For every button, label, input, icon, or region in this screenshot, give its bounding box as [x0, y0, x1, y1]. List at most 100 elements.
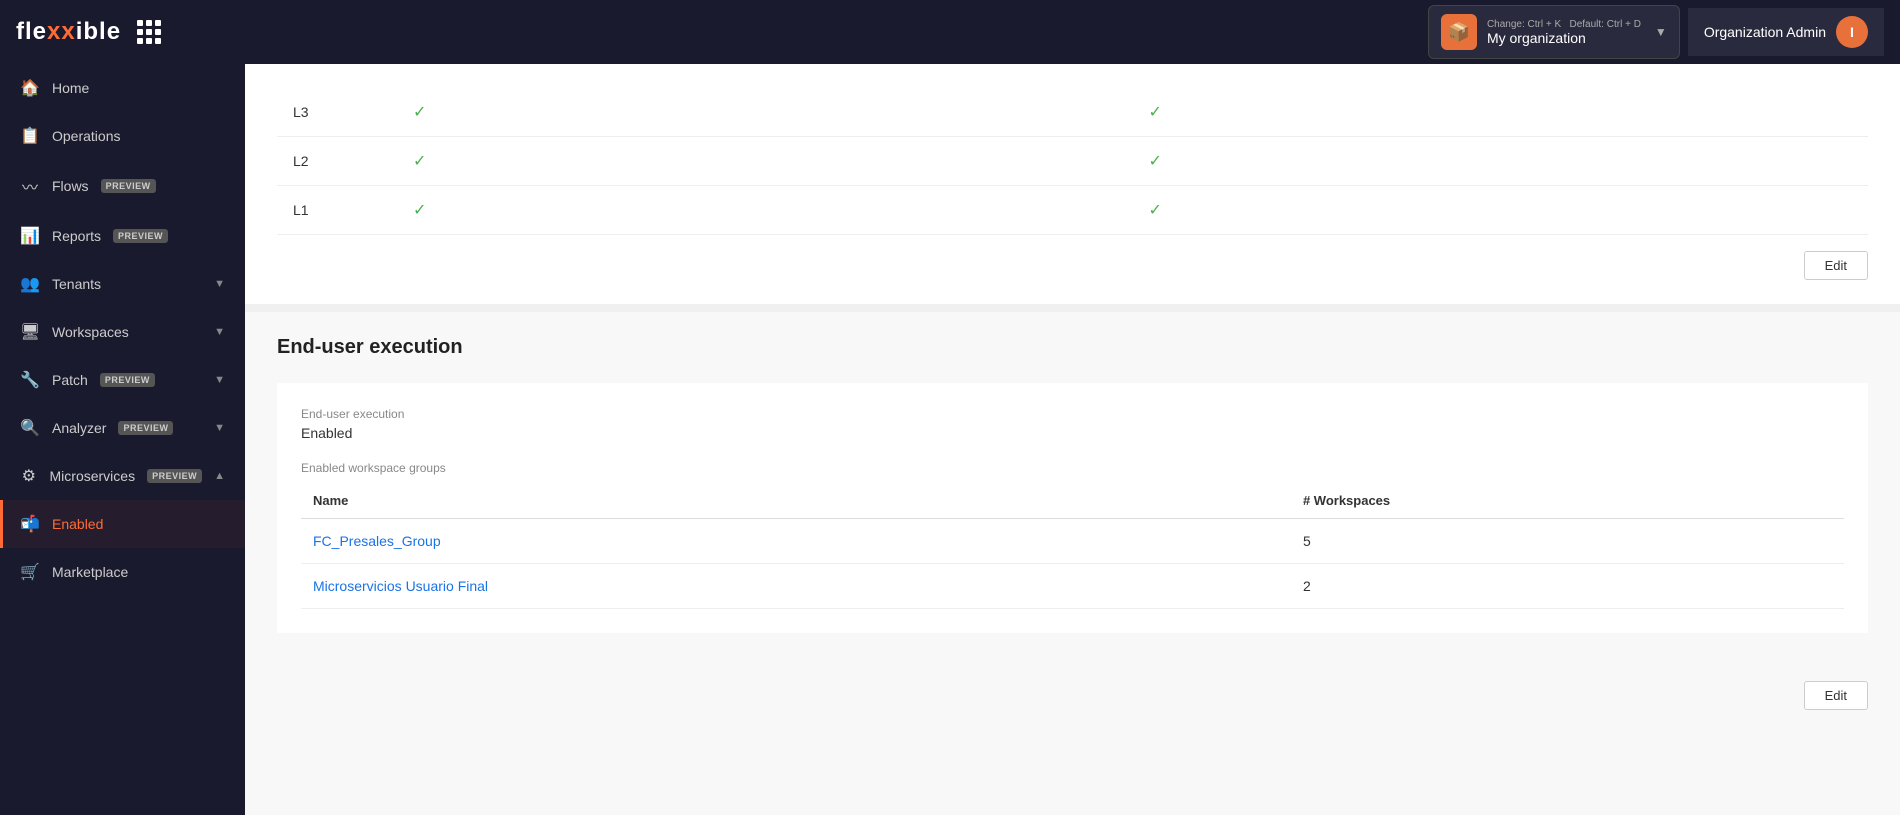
analyzer-chevron-icon: ▼: [214, 422, 225, 434]
workspaces-chevron-icon: ▼: [214, 326, 225, 338]
workspace-col-count: # Workspaces: [1291, 483, 1844, 519]
org-name: My organization: [1487, 30, 1641, 46]
bottom-edit-button[interactable]: Edit: [1804, 681, 1868, 710]
sidebar-item-home[interactable]: 🏠 Home: [0, 64, 245, 112]
sidebar-item-flows[interactable]: 〰 Flows PREVIEW: [0, 160, 245, 212]
workspace-row-1: FC_Presales_Group 5: [301, 519, 1844, 564]
tenants-icon: 👥: [20, 274, 40, 294]
levels-table: L3 ✓ ✓ L2 ✓ ✓ L1 ✓ ✓: [277, 88, 1868, 235]
execution-field-label: End-user execution: [301, 407, 1844, 421]
execution-section-title: End-user execution: [277, 336, 1868, 359]
execution-card: End-user execution Enabled Enabled works…: [277, 383, 1868, 633]
level-l2: L2: [277, 137, 397, 186]
execution-section: End-user execution End-user execution En…: [245, 312, 1900, 657]
check-icon: ✓: [1149, 153, 1162, 170]
sidebar-item-reports-label: Reports: [52, 228, 101, 244]
check-icon: ✓: [1149, 202, 1162, 219]
workspace-row-2: Microservicios Usuario Final 2: [301, 564, 1844, 609]
grid-icon[interactable]: [137, 20, 161, 44]
level-l1: L1: [277, 186, 397, 235]
tenants-chevron-icon: ▼: [214, 278, 225, 290]
check-icon: ✓: [413, 104, 426, 121]
marketplace-icon: 🛒: [20, 562, 40, 582]
table-row-l2: L2 ✓ ✓: [277, 137, 1868, 186]
sidebar: 🏠 Home 📋 Operations 〰 Flows PREVIEW 📊 Re…: [0, 64, 245, 815]
sidebar-item-workspaces-label: Workspaces: [52, 324, 129, 340]
admin-avatar: I: [1836, 16, 1868, 48]
groups-label: Enabled workspace groups: [301, 461, 1844, 475]
sidebar-item-operations[interactable]: 📋 Operations: [0, 112, 245, 160]
sidebar-item-tenants-label: Tenants: [52, 276, 101, 292]
analyzer-preview-badge: PREVIEW: [118, 421, 173, 435]
level-l1-check2: ✓: [1133, 186, 1869, 235]
analyzer-icon: 🔍: [20, 418, 40, 438]
enabled-icon: 📬: [20, 514, 40, 534]
sidebar-item-analyzer-label: Analyzer: [52, 420, 106, 436]
sidebar-item-operations-label: Operations: [52, 128, 120, 144]
sidebar-item-enabled-label: Enabled: [52, 516, 103, 532]
operations-icon: 📋: [20, 126, 40, 146]
top-table-section: L3 ✓ ✓ L2 ✓ ✓ L1 ✓ ✓: [245, 64, 1900, 312]
patch-icon: 🔧: [20, 370, 40, 390]
org-info: Change: Ctrl + K Default: Ctrl + D My or…: [1487, 19, 1641, 46]
table-row-l3: L3 ✓ ✓: [277, 88, 1868, 137]
flows-preview-badge: PREVIEW: [101, 179, 156, 193]
org-shortcuts: Change: Ctrl + K Default: Ctrl + D: [1487, 19, 1641, 30]
check-icon: ✓: [413, 153, 426, 170]
home-icon: 🏠: [20, 78, 40, 98]
workspaces-icon: 🖥: [20, 322, 40, 342]
flows-icon: 〰: [20, 174, 40, 198]
level-l3-check1: ✓: [397, 88, 1133, 137]
reports-preview-badge: PREVIEW: [113, 229, 168, 243]
workspace-name-1: FC_Presales_Group: [301, 519, 1291, 564]
table-row-l1: L1 ✓ ✓: [277, 186, 1868, 235]
workspace-groups-table: Name # Workspaces FC_Presales_Group 5 Mi…: [301, 483, 1844, 609]
org-selector[interactable]: 📦 Change: Ctrl + K Default: Ctrl + D My …: [1428, 5, 1680, 59]
workspace-count-2: 2: [1291, 564, 1844, 609]
sidebar-item-microservices[interactable]: ⚙ Microservices PREVIEW ▲: [0, 452, 245, 500]
sidebar-item-marketplace[interactable]: 🛒 Marketplace: [0, 548, 245, 596]
level-l3: L3: [277, 88, 397, 137]
admin-label: Organization Admin: [1704, 24, 1826, 40]
content: L3 ✓ ✓ L2 ✓ ✓ L1 ✓ ✓: [245, 64, 1900, 815]
top-edit-btn-container: Edit: [277, 235, 1868, 280]
sidebar-item-patch[interactable]: 🔧 Patch PREVIEW ▼: [0, 356, 245, 404]
bottom-edit-container: Edit: [245, 657, 1900, 734]
workspace-col-name: Name: [301, 483, 1291, 519]
sidebar-item-enabled[interactable]: 📬 Enabled: [0, 500, 245, 548]
microservices-icon: ⚙: [20, 466, 38, 486]
check-icon: ✓: [1149, 104, 1162, 121]
org-icon: 📦: [1441, 14, 1477, 50]
execution-field-value: Enabled: [301, 425, 1844, 441]
sidebar-item-analyzer[interactable]: 🔍 Analyzer PREVIEW ▼: [0, 404, 245, 452]
workspace-name-2: Microservicios Usuario Final: [301, 564, 1291, 609]
org-chevron-icon: ▼: [1655, 25, 1667, 39]
sidebar-item-flows-label: Flows: [52, 178, 89, 194]
microservices-preview-badge: PREVIEW: [147, 469, 202, 483]
level-l3-check2: ✓: [1133, 88, 1869, 137]
reports-icon: 📊: [20, 226, 40, 246]
sidebar-item-workspaces[interactable]: 🖥 Workspaces ▼: [0, 308, 245, 356]
patch-chevron-icon: ▼: [214, 374, 225, 386]
workspace-count-1: 5: [1291, 519, 1844, 564]
check-icon: ✓: [413, 202, 426, 219]
admin-button[interactable]: Organization Admin I: [1688, 8, 1884, 56]
sidebar-item-reports[interactable]: 📊 Reports PREVIEW: [0, 212, 245, 260]
top-edit-button[interactable]: Edit: [1804, 251, 1868, 280]
level-l1-check1: ✓: [397, 186, 1133, 235]
sidebar-item-marketplace-label: Marketplace: [52, 564, 128, 580]
header-right: 📦 Change: Ctrl + K Default: Ctrl + D My …: [1428, 5, 1884, 59]
workspace-table-header-row: Name # Workspaces: [301, 483, 1844, 519]
header: flexxible 📦 Change: Ctrl + K Default: Ct…: [0, 0, 1900, 64]
microservices-chevron-icon: ▲: [214, 470, 225, 482]
level-l2-check2: ✓: [1133, 137, 1869, 186]
sidebar-item-patch-label: Patch: [52, 372, 88, 388]
sidebar-item-microservices-label: Microservices: [50, 468, 136, 484]
patch-preview-badge: PREVIEW: [100, 373, 155, 387]
main: 🏠 Home 📋 Operations 〰 Flows PREVIEW 📊 Re…: [0, 64, 1900, 815]
header-left: flexxible: [16, 18, 161, 46]
sidebar-item-home-label: Home: [52, 80, 89, 96]
level-l2-check1: ✓: [397, 137, 1133, 186]
sidebar-item-tenants[interactable]: 👥 Tenants ▼: [0, 260, 245, 308]
logo: flexxible: [16, 18, 121, 46]
